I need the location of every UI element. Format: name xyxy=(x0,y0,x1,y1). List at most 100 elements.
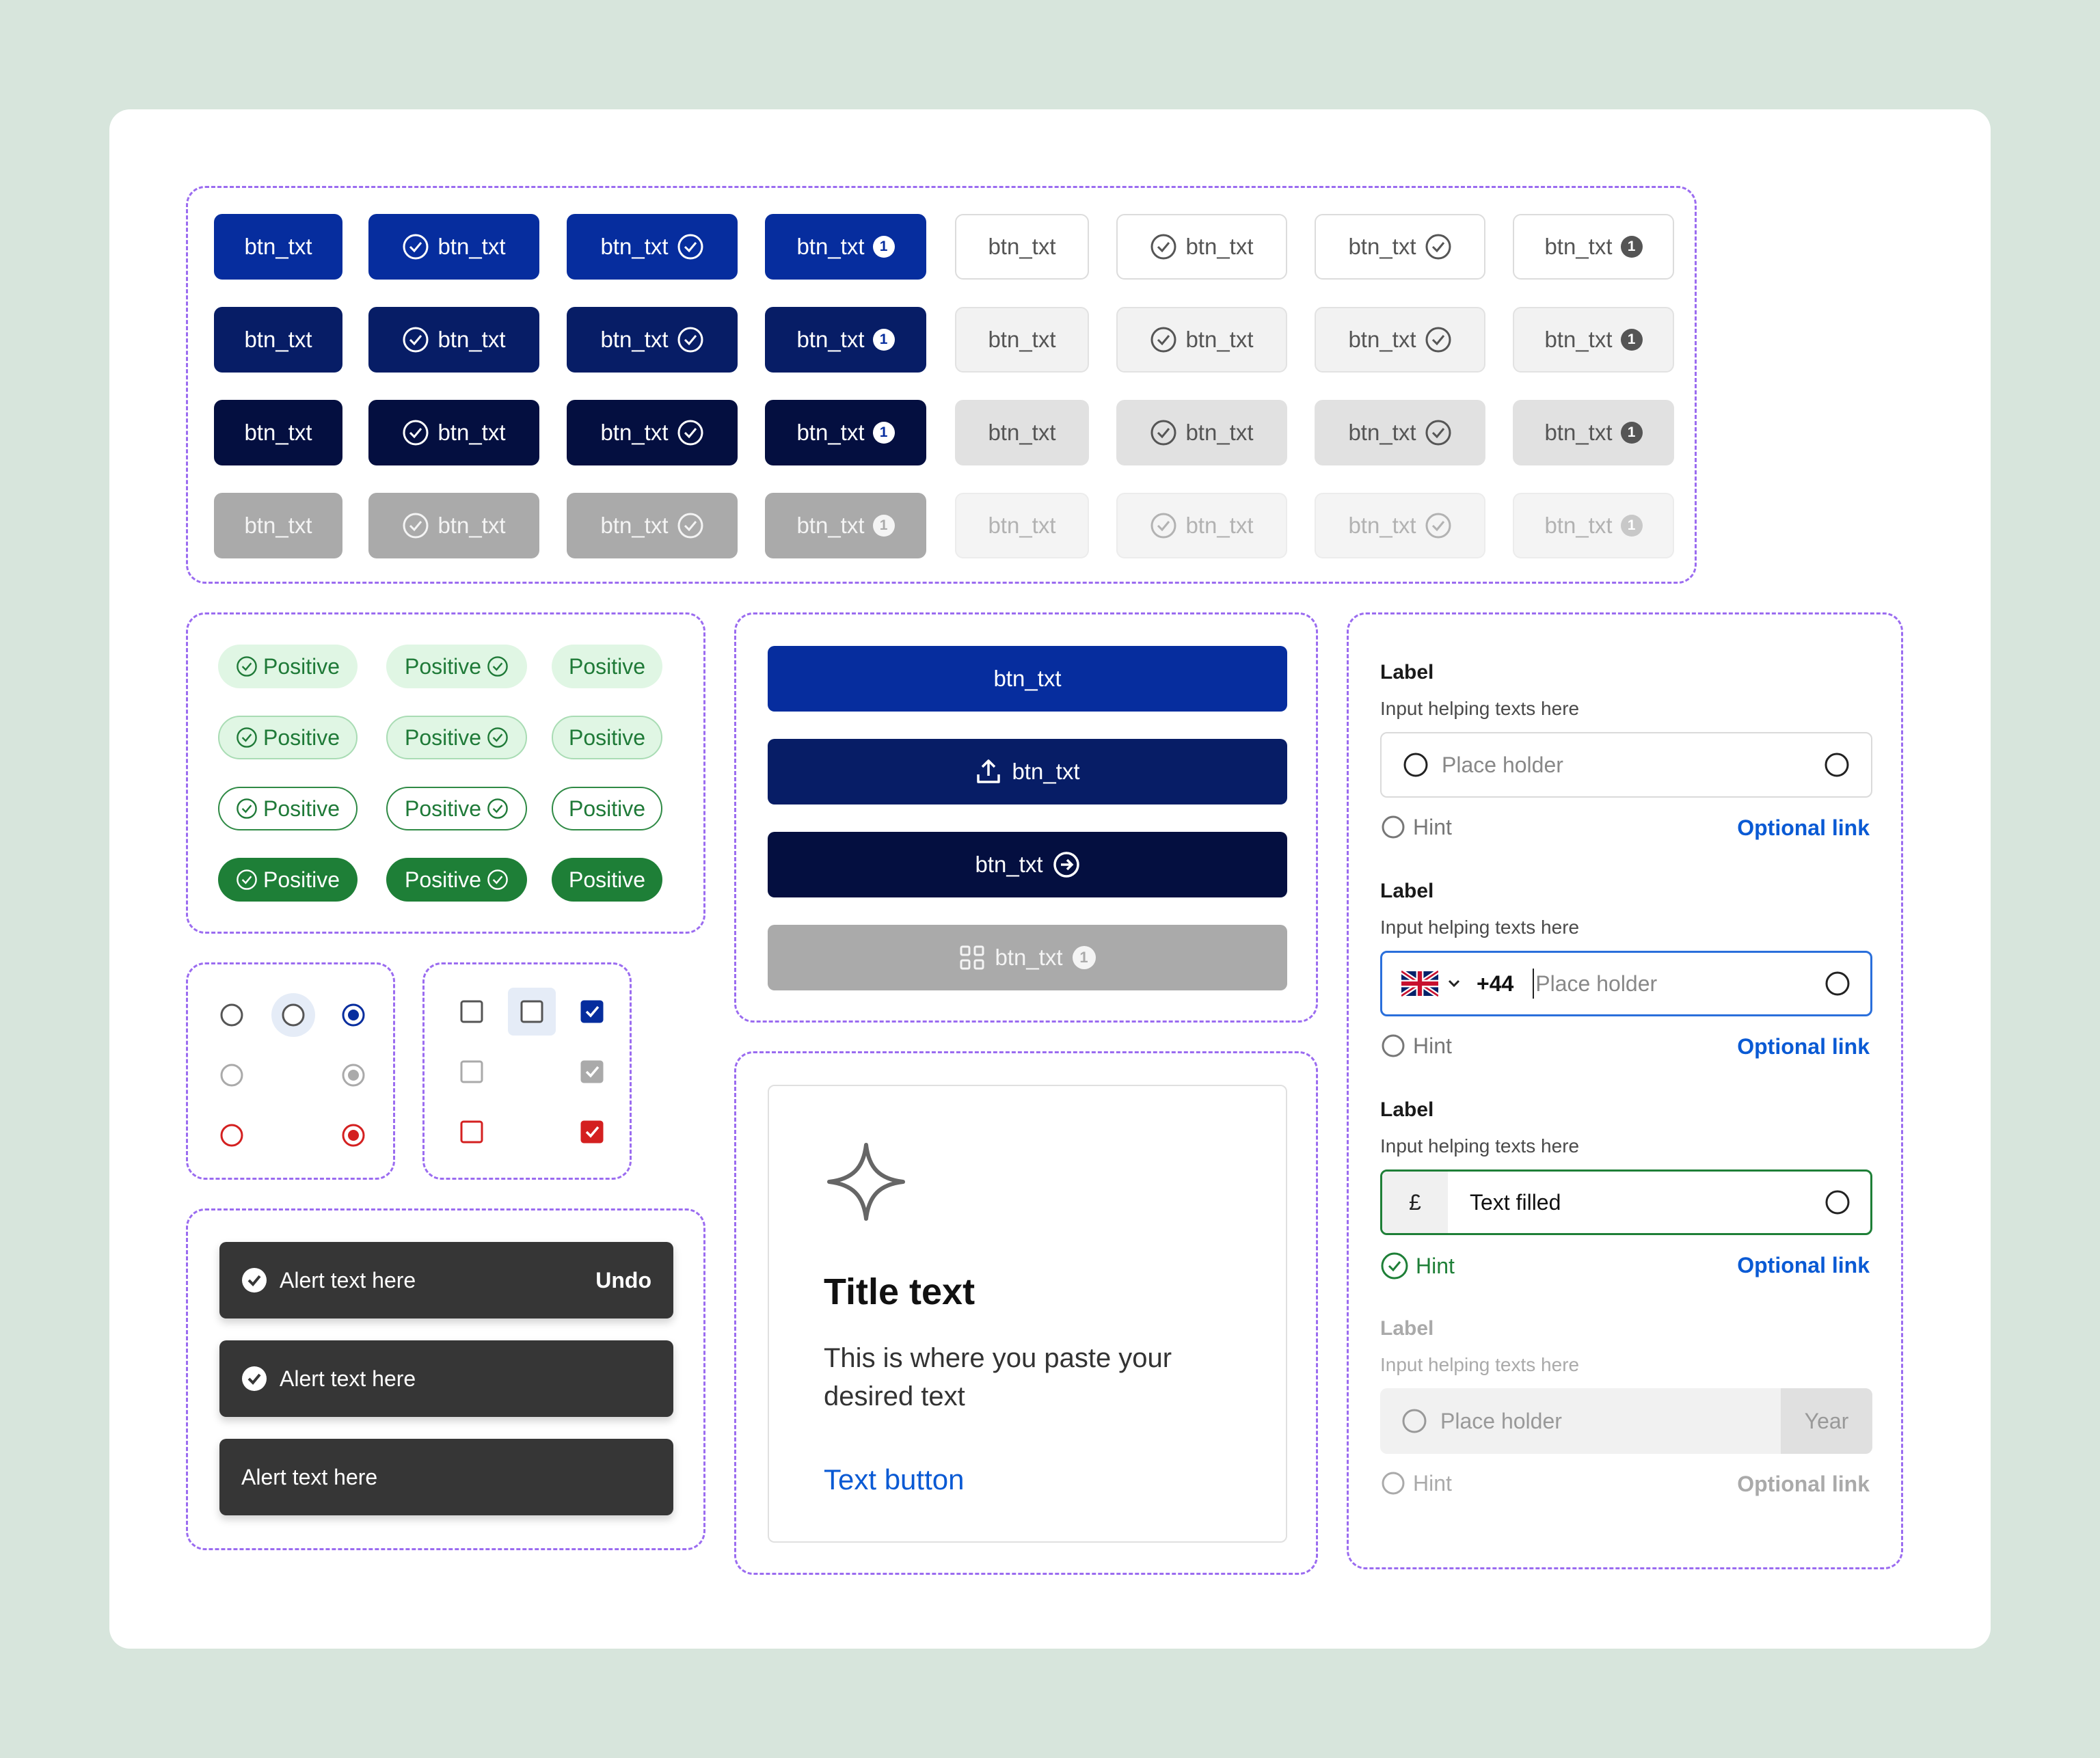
primary-button-badge[interactable]: btn_txt 1 xyxy=(765,307,926,373)
secondary-button-badge[interactable]: btn_txt 1 xyxy=(1513,214,1674,280)
check-circle-icon xyxy=(403,420,429,446)
tag-label: Positive xyxy=(568,725,646,750)
button-label: btn_txt xyxy=(1348,234,1416,259)
secondary-button-plain: btn_txt xyxy=(955,493,1089,558)
checkbox-checked[interactable] xyxy=(580,1000,604,1023)
text-field-default[interactable]: Place holder xyxy=(1380,732,1872,798)
count-badge: 1 xyxy=(872,422,895,444)
button-label: btn_txt xyxy=(1348,327,1416,352)
positive-tag-plain: Positive xyxy=(552,716,662,759)
radio-hover[interactable] xyxy=(270,992,317,1038)
radio-error-checked[interactable] xyxy=(341,1123,366,1148)
field-help-text: Input helping texts here xyxy=(1380,698,1580,719)
radio-checked[interactable] xyxy=(341,1003,366,1027)
secondary-button-badge[interactable]: btn_txt 1 xyxy=(1513,307,1674,373)
button-label: btn_txt xyxy=(988,420,1056,445)
primary-button-left[interactable]: btn_txt xyxy=(368,307,539,373)
button-label: btn_txt xyxy=(438,420,506,445)
primary-button-plain[interactable]: btn_txt xyxy=(214,307,342,373)
positive-tag-right-icon: Positive xyxy=(386,787,527,830)
secondary-button-left[interactable]: btn_txt xyxy=(1116,214,1287,280)
hint-text: Hint xyxy=(1416,1253,1455,1278)
radio-error[interactable] xyxy=(219,1123,244,1148)
check-circle-icon xyxy=(1150,327,1176,353)
field-hint: Hint xyxy=(1380,1033,1452,1059)
optional-link[interactable]: Optional link xyxy=(1737,815,1870,841)
canvas-card: btn_txt btn_txt btn_txt btn_txt 1 btn_txt btn_… xyxy=(109,109,1991,1649)
wide-button-primary[interactable]: btn_txt xyxy=(768,646,1287,712)
tag-label: Positive xyxy=(404,796,482,821)
wide-button-arrow[interactable]: btn_txt xyxy=(768,832,1287,897)
optional-link[interactable]: Optional link xyxy=(1737,1253,1870,1278)
button-label: btn_txt xyxy=(796,420,865,445)
text-field-disabled: Place holder Year xyxy=(1380,1388,1872,1454)
wide-button-label: btn_txt xyxy=(993,666,1062,691)
phone-field-focused[interactable]: +44 Place holder xyxy=(1380,951,1872,1016)
field-label: Label xyxy=(1380,661,1434,684)
secondary-button-badge[interactable]: btn_txt 1 xyxy=(1513,400,1674,465)
secondary-button-right[interactable]: btn_txt xyxy=(1315,307,1485,373)
count-badge: 1 xyxy=(1620,515,1643,537)
check-circle-icon xyxy=(242,1366,267,1391)
secondary-button-right[interactable]: btn_txt xyxy=(1315,214,1485,280)
check-circle-icon xyxy=(237,869,257,890)
optional-link[interactable]: Optional link xyxy=(1737,1034,1870,1059)
secondary-button-left[interactable]: btn_txt xyxy=(1116,307,1287,373)
check-circle-icon xyxy=(1425,513,1451,539)
button-label: btn_txt xyxy=(1185,420,1254,445)
secondary-button-right[interactable]: btn_txt xyxy=(1315,400,1485,465)
secondary-button-plain[interactable]: btn_txt xyxy=(955,307,1089,373)
checkbox-group xyxy=(422,962,632,1180)
primary-button-plain: btn_txt xyxy=(214,493,342,558)
button-label: btn_txt xyxy=(796,513,865,538)
alert-text: Alert text here xyxy=(241,1464,378,1489)
positive-tag-plain: Positive xyxy=(552,858,662,902)
primary-button-left[interactable]: btn_txt xyxy=(368,214,539,280)
count-badge: 1 xyxy=(1072,946,1096,969)
checkbox-error[interactable] xyxy=(460,1120,483,1144)
chevron-down-icon[interactable] xyxy=(1446,976,1462,991)
undo-button[interactable]: Undo xyxy=(595,1268,651,1293)
secondary-button-plain[interactable]: btn_txt xyxy=(955,214,1089,280)
primary-button-badge[interactable]: btn_txt 1 xyxy=(765,214,926,280)
primary-button-right[interactable]: btn_txt xyxy=(567,307,738,373)
uk-flag-icon[interactable] xyxy=(1401,971,1438,997)
positive-tag-right-icon: Positive xyxy=(386,716,527,759)
primary-button-plain[interactable]: btn_txt xyxy=(214,214,342,280)
radio-group xyxy=(186,962,395,1180)
primary-button-left[interactable]: btn_txt xyxy=(368,400,539,465)
primary-button-badge: btn_txt 1 xyxy=(765,493,926,558)
secondary-button-right: btn_txt xyxy=(1315,493,1485,558)
radio-disabled xyxy=(220,1064,243,1087)
wide-button-label: btn_txt xyxy=(975,852,1043,877)
primary-button-right[interactable]: btn_txt xyxy=(567,214,738,280)
alert-text: Alert text here xyxy=(280,1267,416,1293)
secondary-button-left[interactable]: btn_txt xyxy=(1116,400,1287,465)
field-label: Label xyxy=(1380,880,1434,902)
text-button[interactable]: Text button xyxy=(824,1463,964,1496)
circle-icon xyxy=(1382,815,1405,839)
primary-button-right[interactable]: btn_txt xyxy=(567,400,738,465)
checkbox-hover[interactable] xyxy=(508,988,556,1036)
check-circle-icon xyxy=(677,327,703,353)
alert-text: Alert text here xyxy=(280,1366,416,1391)
hint-text: Hint xyxy=(1413,1033,1452,1058)
button-label: btn_txt xyxy=(1544,420,1613,445)
secondary-button-plain[interactable]: btn_txt xyxy=(955,400,1089,465)
wide-button-label: btn_txt xyxy=(995,945,1063,970)
checkbox-unchecked[interactable] xyxy=(460,1000,483,1023)
button-label: btn_txt xyxy=(1544,327,1613,352)
check-circle-icon xyxy=(487,656,508,677)
check-circle-icon xyxy=(1425,327,1451,353)
currency-field-success[interactable]: £ Text filled xyxy=(1380,1169,1872,1235)
primary-button-badge[interactable]: btn_txt 1 xyxy=(765,400,926,465)
wide-button-upload[interactable]: btn_txt xyxy=(768,739,1287,804)
hint-text: Hint xyxy=(1413,814,1452,839)
tags-group: Positive Positive Positive Positive Positive… xyxy=(186,612,705,934)
button-label: btn_txt xyxy=(438,513,506,538)
info-card-title: Title text xyxy=(824,1271,975,1312)
alert-toast-plain: Alert text here xyxy=(219,1439,673,1515)
radio-unchecked[interactable] xyxy=(219,1003,244,1027)
checkbox-error-checked[interactable] xyxy=(580,1120,604,1144)
primary-button-plain[interactable]: btn_txt xyxy=(214,400,342,465)
